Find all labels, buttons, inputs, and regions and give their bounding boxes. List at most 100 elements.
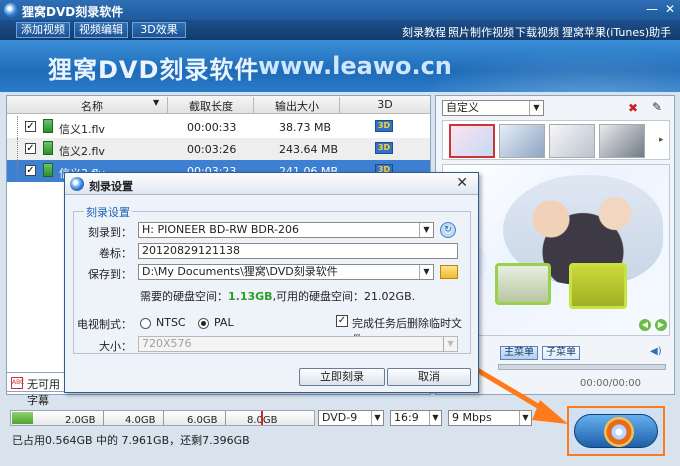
space-prefix: 需要的硬盘空间： xyxy=(140,290,228,303)
aspect-ratio-value: 16:9 xyxy=(394,411,419,424)
video-file-icon xyxy=(43,163,53,177)
volume-label: 卷标： xyxy=(99,247,132,260)
capacity-mark: 4.0GB xyxy=(125,415,156,426)
banner-slogan: 狸窝DVD刻录软件 xyxy=(48,56,260,84)
ntsc-label[interactable]: NTSC xyxy=(156,316,186,329)
row-checkbox[interactable]: ✓ xyxy=(25,143,36,154)
table-header: 名称 ▼ 截取长度 输出大小 3D xyxy=(7,96,430,114)
bitrate-value: 9 Mbps xyxy=(452,411,492,424)
table-row[interactable]: ✓ 信义2.flv 00:03:26 243.64 MB 3D xyxy=(7,138,430,160)
settings-group: 刻录设置 刻录到： H: PIONEER BD-RW BDR-206 ▼ ↻ 卷… xyxy=(73,204,471,354)
tree-line xyxy=(17,160,23,182)
row-checkbox[interactable]: ✓ xyxy=(25,165,36,176)
template-thumbnail[interactable] xyxy=(499,124,545,158)
chapter-thumbnail[interactable] xyxy=(569,263,627,309)
scroll-right-icon[interactable]: ▸ xyxy=(659,135,664,145)
prev-page-icon[interactable]: ◀ xyxy=(639,319,651,331)
sort-arrow-icon[interactable]: ▼ xyxy=(153,98,159,107)
photo-video-link[interactable]: 照片制作视频 xyxy=(448,24,514,40)
disk-space-info: 需要的硬盘空间：1.13GB,可用的硬盘空间：21.02GB. xyxy=(140,288,415,304)
col-3d-header[interactable]: 3D xyxy=(347,98,423,111)
edit-template-icon[interactable]: ✎ xyxy=(652,100,662,114)
chevron-down-icon: ▼ xyxy=(443,337,457,351)
aspect-ratio-select[interactable]: 16:9 ▼ xyxy=(390,410,442,426)
tv-standard-label: 电视制式： xyxy=(77,318,132,331)
subtitle-icon: ABC xyxy=(11,377,24,389)
group-legend: 刻录设置 xyxy=(84,204,132,220)
header-divider xyxy=(167,97,168,113)
volume-icon[interactable]: ◀) xyxy=(650,346,662,358)
dialog-close-icon[interactable]: ✕ xyxy=(456,175,468,191)
subtitle-label: 无可用字幕 xyxy=(27,378,60,407)
save-to-select[interactable]: D:\My Documents\狸窝\DVD刻录软件 ▼ xyxy=(138,264,434,280)
row-checkbox[interactable]: ✓ xyxy=(25,121,36,132)
file-name: 信义2.flv xyxy=(59,145,105,158)
bitrate-select[interactable]: 9 Mbps ▼ xyxy=(448,410,532,426)
3d-badge-icon[interactable]: 3D xyxy=(375,120,393,132)
disc-capacity-bar: 2.0GB 4.0GB 6.0GB 8.0GB xyxy=(10,410,315,426)
burn-to-select[interactable]: H: PIONEER BD-RW BDR-206 ▼ xyxy=(138,222,434,238)
delete-template-icon[interactable]: ✖ xyxy=(628,101,638,115)
download-video-link[interactable]: 下载视频 xyxy=(515,24,559,40)
tab-main-menu[interactable]: 主菜单 xyxy=(500,346,538,360)
disc-usage-info: 已占用0.564GB 中的 7.961GB，还剩7.396GB xyxy=(12,434,250,447)
template-thumbnail[interactable] xyxy=(599,124,645,158)
delete-temp-checkbox[interactable]: ✓ xyxy=(336,315,348,327)
template-thumbnail[interactable] xyxy=(449,124,495,158)
pal-radio[interactable] xyxy=(198,318,209,329)
itunes-helper-link[interactable]: 狸窝苹果(iTunes)助手 xyxy=(562,24,671,40)
capacity-tick xyxy=(225,411,226,425)
capacity-used-fill xyxy=(12,412,33,424)
col-duration-header[interactable]: 截取长度 xyxy=(173,98,249,114)
chevron-down-icon[interactable]: ▼ xyxy=(519,411,531,425)
capacity-mark: 2.0GB xyxy=(65,415,96,426)
size-value: 720X576 xyxy=(142,337,192,350)
chevron-down-icon[interactable]: ▼ xyxy=(419,223,433,237)
disc-type-value: DVD-9 xyxy=(322,411,358,424)
template-select[interactable]: 自定义 ▼ xyxy=(442,100,544,116)
template-thumbnail[interactable] xyxy=(549,124,595,158)
chevron-down-icon[interactable]: ▼ xyxy=(371,411,383,425)
chevron-down-icon[interactable]: ▼ xyxy=(529,101,543,115)
next-page-icon[interactable]: ▶ xyxy=(655,319,667,331)
disc-type-select[interactable]: DVD-9 ▼ xyxy=(318,410,384,426)
chapter-thumbnail[interactable] xyxy=(495,263,551,305)
playback-progress[interactable] xyxy=(498,364,666,370)
capacity-tick xyxy=(103,411,104,425)
tree-line xyxy=(17,138,23,160)
template-thumbnails: ▸ xyxy=(442,120,670,160)
col-name-header[interactable]: 名称 xyxy=(67,98,117,114)
refresh-drive-icon[interactable]: ↻ xyxy=(440,222,456,238)
burn-button[interactable] xyxy=(567,406,665,456)
table-row[interactable]: ✓ 信义1.flv 00:00:33 38.73 MB 3D xyxy=(7,116,430,138)
3d-effect-button[interactable]: 3D效果 xyxy=(132,22,186,38)
close-button[interactable]: ✕ xyxy=(662,2,678,17)
bottom-status: 2.0GB 4.0GB 6.0GB 8.0GB DVD-9 ▼ 16:9 ▼ 9… xyxy=(6,410,559,458)
add-video-button[interactable]: 添加视频 xyxy=(16,22,70,38)
video-file-icon xyxy=(43,119,53,133)
col-size-header[interactable]: 输出大小 xyxy=(259,98,335,114)
volume-input[interactable]: 20120829121138 xyxy=(138,243,458,259)
chevron-down-icon[interactable]: ▼ xyxy=(419,265,433,279)
3d-badge-icon[interactable]: 3D xyxy=(375,142,393,154)
minimize-button[interactable]: — xyxy=(644,2,660,17)
space-suffix: ,可用的硬盘空间：21.02GB. xyxy=(272,290,416,303)
browse-folder-icon[interactable] xyxy=(440,265,458,279)
subtitle-selector[interactable]: ABC 无可用字幕 xyxy=(6,372,66,407)
burn-settings-dialog: 刻录设置 ✕ 刻录设置 刻录到： H: PIONEER BD-RW BDR-20… xyxy=(64,172,479,393)
playback-time: 00:00/00:00 xyxy=(580,378,642,389)
ntsc-radio[interactable] xyxy=(140,318,151,329)
volume-value: 20120829121138 xyxy=(142,244,240,257)
pal-label[interactable]: PAL xyxy=(214,316,234,329)
burn-tutorial-link[interactable]: 刻录教程 xyxy=(402,24,446,40)
file-size: 38.73 MB xyxy=(279,121,332,134)
burn-button-face[interactable] xyxy=(574,414,658,448)
chevron-down-icon[interactable]: ▼ xyxy=(429,411,441,425)
save-to-value: D:\My Documents\狸窝\DVD刻录软件 xyxy=(142,265,338,278)
save-to-label: 保存到： xyxy=(88,268,132,281)
edit-video-button[interactable]: 视频编辑 xyxy=(74,22,128,38)
burn-now-button[interactable]: 立即刻录 xyxy=(299,368,385,386)
cancel-button[interactable]: 取消 xyxy=(387,368,471,386)
capacity-mark: 6.0GB xyxy=(187,415,218,426)
tab-sub-menu[interactable]: 子菜单 xyxy=(542,346,580,360)
